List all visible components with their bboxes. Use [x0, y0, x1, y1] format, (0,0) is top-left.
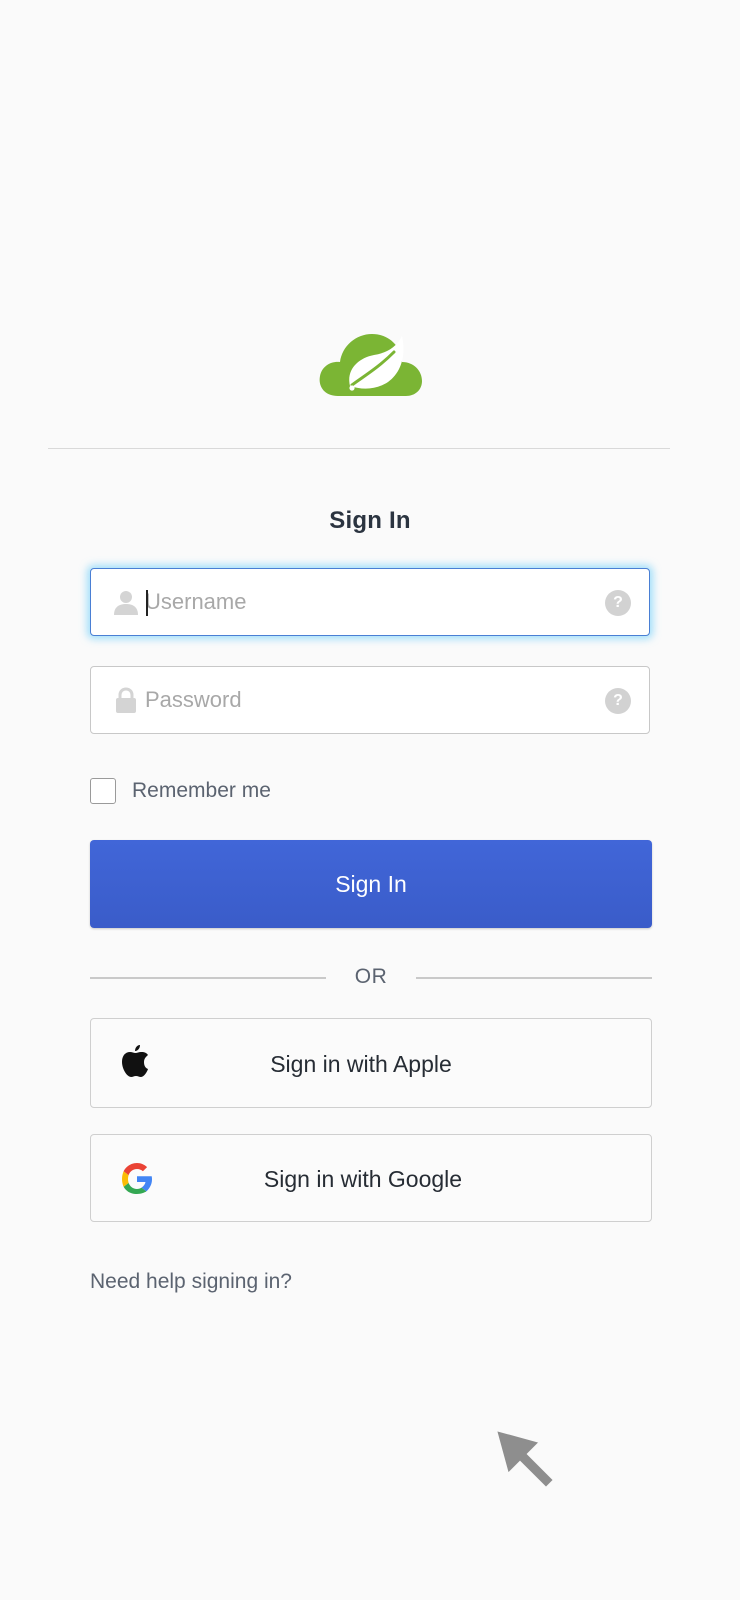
- lock-icon: [116, 687, 136, 713]
- password-field[interactable]: ?: [90, 666, 650, 734]
- separator-line-right: [416, 977, 652, 979]
- spring-leaf-cloud-logo: [319, 334, 422, 396]
- sign-in-button[interactable]: Sign In: [90, 840, 652, 928]
- question-mark-icon[interactable]: ?: [605, 688, 631, 714]
- sign-in-with-apple-button[interactable]: Sign in with Apple: [90, 1018, 652, 1108]
- text-caret: [146, 590, 148, 616]
- remember-me-label: Remember me: [132, 779, 271, 802]
- question-mark-icon[interactable]: ?: [605, 590, 631, 616]
- sign-in-with-google-button[interactable]: Sign in with Google: [90, 1134, 652, 1222]
- page-title: Sign In: [329, 507, 411, 534]
- user-icon: [114, 591, 138, 615]
- remember-me-checkbox[interactable]: [90, 778, 116, 804]
- username-field[interactable]: ?: [90, 568, 650, 636]
- or-separator: OR: [90, 965, 652, 991]
- remember-me-row[interactable]: Remember me: [90, 776, 271, 806]
- mouse-pointer-icon: [494, 1428, 556, 1490]
- apple-button-label: Sign in with Apple: [270, 1051, 452, 1077]
- need-help-link[interactable]: Need help signing in?: [90, 1270, 292, 1294]
- sign-in-page: Sign In ? ? Remember me Sign In OR: [0, 0, 740, 1600]
- username-input[interactable]: [145, 569, 565, 635]
- header-divider: [48, 448, 670, 449]
- password-input[interactable]: [145, 667, 565, 733]
- google-button-label: Sign in with Google: [263, 1166, 463, 1192]
